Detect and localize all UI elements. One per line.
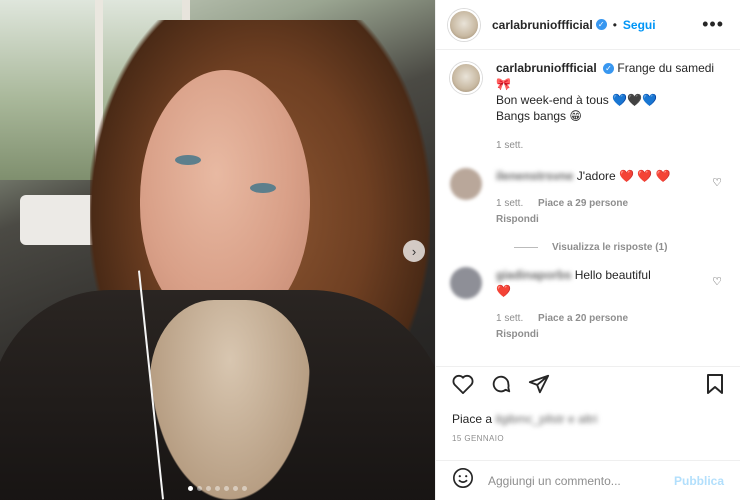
send-icon[interactable]: [528, 373, 550, 401]
comment-emoji: ❤️ ❤️ ❤️: [619, 169, 671, 183]
comment-text: Hello beautiful: [574, 268, 651, 282]
comment-like-heart-icon[interactable]: ♡: [712, 275, 722, 288]
comment-meta: 1 sett. Piace a 29 persone: [496, 196, 706, 212]
comment-body: giadinaporbs Hello beautiful ❤️ 1 sett. …: [496, 267, 706, 343]
verified-badge-icon: ✓: [595, 19, 607, 30]
comment-like-heart-icon[interactable]: ♡: [712, 176, 722, 189]
heart-icon[interactable]: [452, 374, 474, 400]
post-caption: carlabrunioffficial ✓ Frange du samedi 🎀…: [450, 60, 726, 154]
post-header: carlabrunioffficial ✓ • Segui •••: [436, 0, 740, 50]
photo-eye-right: [250, 183, 276, 193]
comment-likes[interactable]: Piace a 20 persone: [538, 313, 628, 324]
comment-username[interactable]: ilenenstrsvne: [496, 169, 573, 183]
carousel-dot: [197, 486, 202, 491]
carousel-dot: [188, 486, 193, 491]
replies-divider: [514, 247, 538, 248]
comment-emoji: ❤️: [496, 284, 511, 298]
comment-time: 1 sett.: [496, 313, 524, 324]
smiley-icon[interactable]: [452, 467, 474, 494]
caption-time: 1 sett.: [496, 140, 524, 151]
caption-username[interactable]: carlabrunioffficial: [496, 61, 597, 75]
add-comment-bar: Pubblica: [436, 460, 740, 500]
carousel-dot: [224, 486, 229, 491]
carousel-next-button[interactable]: ›: [403, 240, 425, 262]
comments-list[interactable]: carlabrunioffficial ✓ Frange du samedi 🎀…: [436, 60, 740, 365]
photo-fleece-collar: [150, 300, 310, 500]
view-replies-label: Visualizza le risposte (1): [552, 242, 668, 253]
follow-button[interactable]: Segui: [623, 18, 656, 32]
comment-icon[interactable]: [490, 373, 512, 401]
likes-blurred-names: ilgibmc_pllstr e altri: [495, 412, 598, 426]
comment-avatar[interactable]: [450, 267, 482, 299]
hearts-emoji: 💙🖤💙: [612, 93, 657, 107]
reply-button[interactable]: Rispondi: [496, 212, 706, 228]
comment-text: J'adore: [576, 169, 616, 183]
carousel-dot: [206, 486, 211, 491]
avatar[interactable]: [448, 8, 480, 41]
carousel-dots: [0, 486, 435, 491]
comment-username[interactable]: giadinaporbs: [496, 268, 571, 282]
comment-item: ilenenstrsvne J'adore ❤️ ❤️ ❤️ 1 sett. P…: [450, 168, 726, 228]
ribbon-emoji: 🎀: [496, 77, 511, 91]
comment-avatar[interactable]: [450, 168, 482, 200]
likes-text: Piace a: [452, 412, 493, 426]
publish-button[interactable]: Pubblica: [674, 474, 724, 488]
comment-input[interactable]: [488, 473, 658, 488]
verified-badge-icon: ✓: [603, 63, 615, 75]
bookmark-icon[interactable]: [706, 374, 724, 399]
post-side-panel: carlabrunioffficial ✓ • Segui ••• carlab…: [435, 0, 740, 500]
header-username[interactable]: carlabrunioffficial: [492, 18, 593, 32]
comment-time: 1 sett.: [496, 198, 524, 209]
comment-likes[interactable]: Piace a 29 persone: [538, 198, 628, 209]
caption-line2: Bon week-end à tous: [496, 93, 609, 107]
grin-emoji: 😁: [569, 109, 582, 123]
caption-body: carlabrunioffficial ✓ Frange du samedi 🎀…: [496, 60, 714, 154]
more-dots-icon[interactable]: •••: [702, 14, 724, 35]
photo-eye-left: [175, 155, 201, 165]
carousel-dot: [242, 486, 247, 491]
view-replies-button[interactable]: Visualizza le risposte (1): [514, 242, 726, 253]
caption-line1: Frange du samedi: [617, 61, 715, 75]
likes-summary[interactable]: Piace a ilgibmc_pllstr e altri: [452, 412, 597, 426]
post-viewer: › carlabrunioffficial ✓ • Segui ••• carl…: [0, 0, 740, 500]
comment-meta: 1 sett. Piace a 20 persone: [496, 311, 706, 327]
caption-line3: Bangs bangs: [496, 109, 567, 123]
comment-item: giadinaporbs Hello beautiful ❤️ 1 sett. …: [450, 267, 726, 343]
chevron-right-icon: ›: [411, 243, 417, 259]
carousel-dot: [233, 486, 238, 491]
carousel-dot: [215, 486, 220, 491]
comment-body: ilenenstrsvne J'adore ❤️ ❤️ ❤️ 1 sett. P…: [496, 168, 706, 228]
header-separator: •: [612, 17, 617, 32]
action-bar: [436, 366, 740, 406]
post-date[interactable]: 15 GENNAIO: [452, 434, 504, 443]
post-photo[interactable]: ›: [0, 0, 435, 500]
reply-button[interactable]: Rispondi: [496, 327, 706, 343]
caption-avatar[interactable]: [450, 62, 482, 94]
